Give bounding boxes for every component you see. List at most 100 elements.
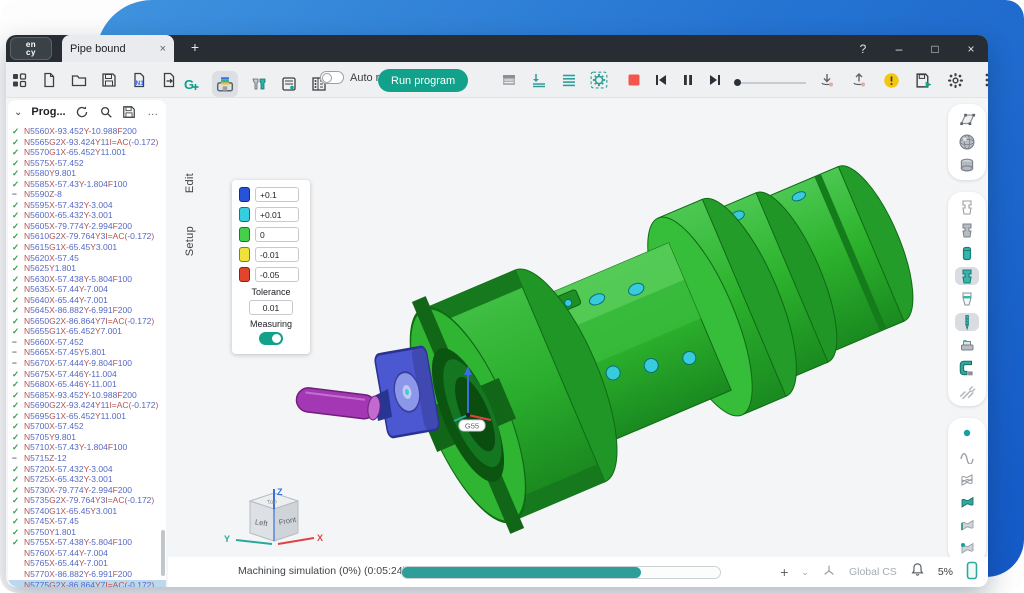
gcode-line[interactable]: ✓N5740G1X-65.45Y3.001 <box>8 506 166 517</box>
gcode-line[interactable]: ✓N5615G1X-65.45Y3.001 <box>8 242 166 253</box>
zoom-level[interactable]: 5% <box>938 566 953 578</box>
gcode-line[interactable]: −N5715Z-12 <box>8 453 166 464</box>
gcode-line[interactable]: ✓N5620X-57.45 <box>8 253 166 264</box>
surface-point-icon[interactable] <box>955 539 979 557</box>
gcode-line[interactable]: ✓N5750Y1.801 <box>8 527 166 538</box>
gcode-line[interactable]: −N5660X-57.452 <box>8 337 166 348</box>
stock-sphere-icon[interactable] <box>955 133 979 151</box>
gcode-line[interactable]: ✓N5640X-65.44Y-7.001 <box>8 295 166 306</box>
help-button[interactable]: ? <box>856 42 870 56</box>
gcode-line[interactable]: ✓N5700X-57.452 <box>8 421 166 432</box>
gcode-line[interactable]: ✓N5630X-57.438Y-5.804F100 <box>8 274 166 285</box>
maximize-button[interactable]: □ <box>928 42 942 56</box>
gcode-line[interactable]: ✓N5735G2X-79.764Y3I=AC(-0.172) <box>8 495 166 506</box>
gcode-line[interactable]: ✓N5595X-57.432Y-3.004 <box>8 200 166 211</box>
simulation-mode-icon[interactable] <box>212 71 238 97</box>
view-cube[interactable]: Top Left Front Y X Z <box>224 487 323 544</box>
warning-icon[interactable] <box>882 71 900 89</box>
close-button[interactable]: × <box>964 42 978 56</box>
gcode-line[interactable]: ✓N5710X-57.43Y-1.804F100 <box>8 442 166 453</box>
gcode-line[interactable]: ✓N5635X-57.44Y-7.004 <box>8 284 166 295</box>
vise-icon[interactable] <box>955 336 979 354</box>
send-program-icon[interactable] <box>850 71 868 89</box>
holder-outline-icon[interactable] <box>955 198 979 216</box>
gcode-line[interactable]: ✓N5680X-65.446Y-11.001 <box>8 379 166 390</box>
open-file-icon[interactable] <box>70 71 88 89</box>
gcode-line[interactable]: ✓N5725X-65.432Y-3.001 <box>8 474 166 485</box>
machined-part[interactable]: G55 <box>295 117 946 548</box>
gcode-add-icon[interactable]: G <box>182 75 200 93</box>
gcode-line[interactable]: ✓N5685X-93.452Y-10.988F200 <box>8 390 166 401</box>
tolerance-scale-value[interactable]: 0 <box>255 227 299 242</box>
refresh-icon[interactable] <box>75 105 90 120</box>
gcode-line[interactable]: ✓N5560X-93.452Y-10.988F200 <box>8 126 166 137</box>
save-program-icon[interactable] <box>122 105 137 120</box>
viewport-3d[interactable]: G55 Top Left Front <box>168 98 954 554</box>
drill-tool-icon[interactable] <box>955 313 979 331</box>
tolerance-scale-value[interactable]: +0.01 <box>255 207 299 222</box>
block-select-icon[interactable] <box>500 71 518 89</box>
import-file-icon[interactable] <box>160 71 178 89</box>
tolerance-input[interactable]: 0.01 <box>249 300 293 315</box>
gcode-line[interactable]: N5770X-86.882Y-6.991F200 <box>8 569 166 580</box>
gcode-line[interactable]: ✓N5565G2X-93.424Y11I=AC(-0.172) <box>8 137 166 148</box>
gcode-line[interactable]: ✓N5575X-57.452 <box>8 158 166 169</box>
curve-display-icon[interactable] <box>955 447 979 465</box>
speed-slider-handle[interactable] <box>734 79 741 86</box>
stop-icon[interactable] <box>625 71 643 89</box>
surface-edge-icon[interactable] <box>955 516 979 534</box>
search-icon[interactable] <box>98 105 113 120</box>
tolerance-scale-value[interactable]: -0.05 <box>255 267 299 282</box>
gcode-line[interactable]: ✓N5675X-57.446Y-11.004 <box>8 369 166 380</box>
bell-icon[interactable] <box>910 562 925 582</box>
stock-part-icon[interactable] <box>955 156 979 174</box>
new-file-icon[interactable] <box>40 71 58 89</box>
apps-grid-icon[interactable] <box>10 71 28 89</box>
nc-program-icon[interactable]: N1 <box>130 71 148 89</box>
tool-library-icon[interactable] <box>250 75 268 93</box>
cutting-tool[interactable] <box>295 387 381 421</box>
gcode-line[interactable]: ✓N5745X-57.45 <box>8 516 166 527</box>
gcode-line[interactable]: −N5590Z-8 <box>8 189 166 200</box>
gcode-line[interactable]: ✓N5605X-79.774Y-2.994F200 <box>8 221 166 232</box>
gcode-line[interactable]: ✓N5690G2X-93.424Y11I=AC(-0.172) <box>8 400 166 411</box>
material-hatch-icon[interactable] <box>955 382 979 400</box>
auto-run-toggle[interactable] <box>320 71 344 84</box>
settings-icon[interactable] <box>946 71 964 89</box>
gcode-line[interactable]: N5765X-65.44Y-7.001 <box>8 558 166 569</box>
gcode-line[interactable]: −N5665X-57.45Y5.801 <box>8 347 166 358</box>
gcode-line[interactable]: ✓N5705Y9.801 <box>8 432 166 443</box>
gcode-line[interactable]: −N5670X-57.444Y-9.804F100 <box>8 358 166 369</box>
tolerance-scale-value[interactable]: -0.01 <box>255 247 299 262</box>
gcode-line[interactable]: ✓N5585X-57.43Y-1.804F100 <box>8 179 166 190</box>
coordinate-system-label[interactable]: Global CS <box>849 566 897 578</box>
tool-cylinder-icon[interactable] <box>955 244 979 262</box>
gcode-line[interactable]: ✓N5625Y1.801 <box>8 263 166 274</box>
gcode-line[interactable]: ✓N5600X-65.432Y-3.001 <box>8 210 166 221</box>
run-to-line-icon[interactable] <box>530 71 548 89</box>
save-and-run-icon[interactable] <box>914 71 932 89</box>
view-chevron-icon[interactable]: ⌄ <box>801 567 809 578</box>
surface-filled-icon[interactable] <box>955 493 979 511</box>
tool-holder-icon[interactable] <box>955 267 979 285</box>
gcode-line[interactable]: ✓N5695G1X-65.452Y11.001 <box>8 411 166 422</box>
program-scrollbar[interactable] <box>161 530 165 576</box>
new-tab-button[interactable]: + <box>186 39 204 55</box>
gcode-line[interactable]: ✓N5645X-86.882Y-6.991F200 <box>8 305 166 316</box>
simulation-settings-icon[interactable] <box>590 71 608 89</box>
receive-program-icon[interactable] <box>818 71 836 89</box>
cs-axis-icon[interactable] <box>822 563 836 582</box>
all-lines-icon[interactable] <box>560 71 578 89</box>
close-tab-icon[interactable]: × <box>160 43 166 55</box>
gcode-line[interactable]: ✓N5650G2X-86.864Y7I=AC(-0.172) <box>8 316 166 327</box>
surfaces-outline-icon[interactable] <box>955 470 979 488</box>
panel-more-icon[interactable]: … <box>145 105 160 120</box>
run-program-button[interactable]: Run program <box>378 69 468 92</box>
save-icon[interactable] <box>100 71 118 89</box>
gcode-line[interactable]: ✓N5655G1X-65.452Y7.001 <box>8 326 166 337</box>
point-display-icon[interactable] <box>955 424 979 442</box>
measuring-toggle[interactable] <box>259 332 283 345</box>
control-panel-icon[interactable] <box>280 75 298 93</box>
add-view-button[interactable]: + <box>780 564 788 580</box>
more-menu-icon[interactable] <box>978 71 996 89</box>
